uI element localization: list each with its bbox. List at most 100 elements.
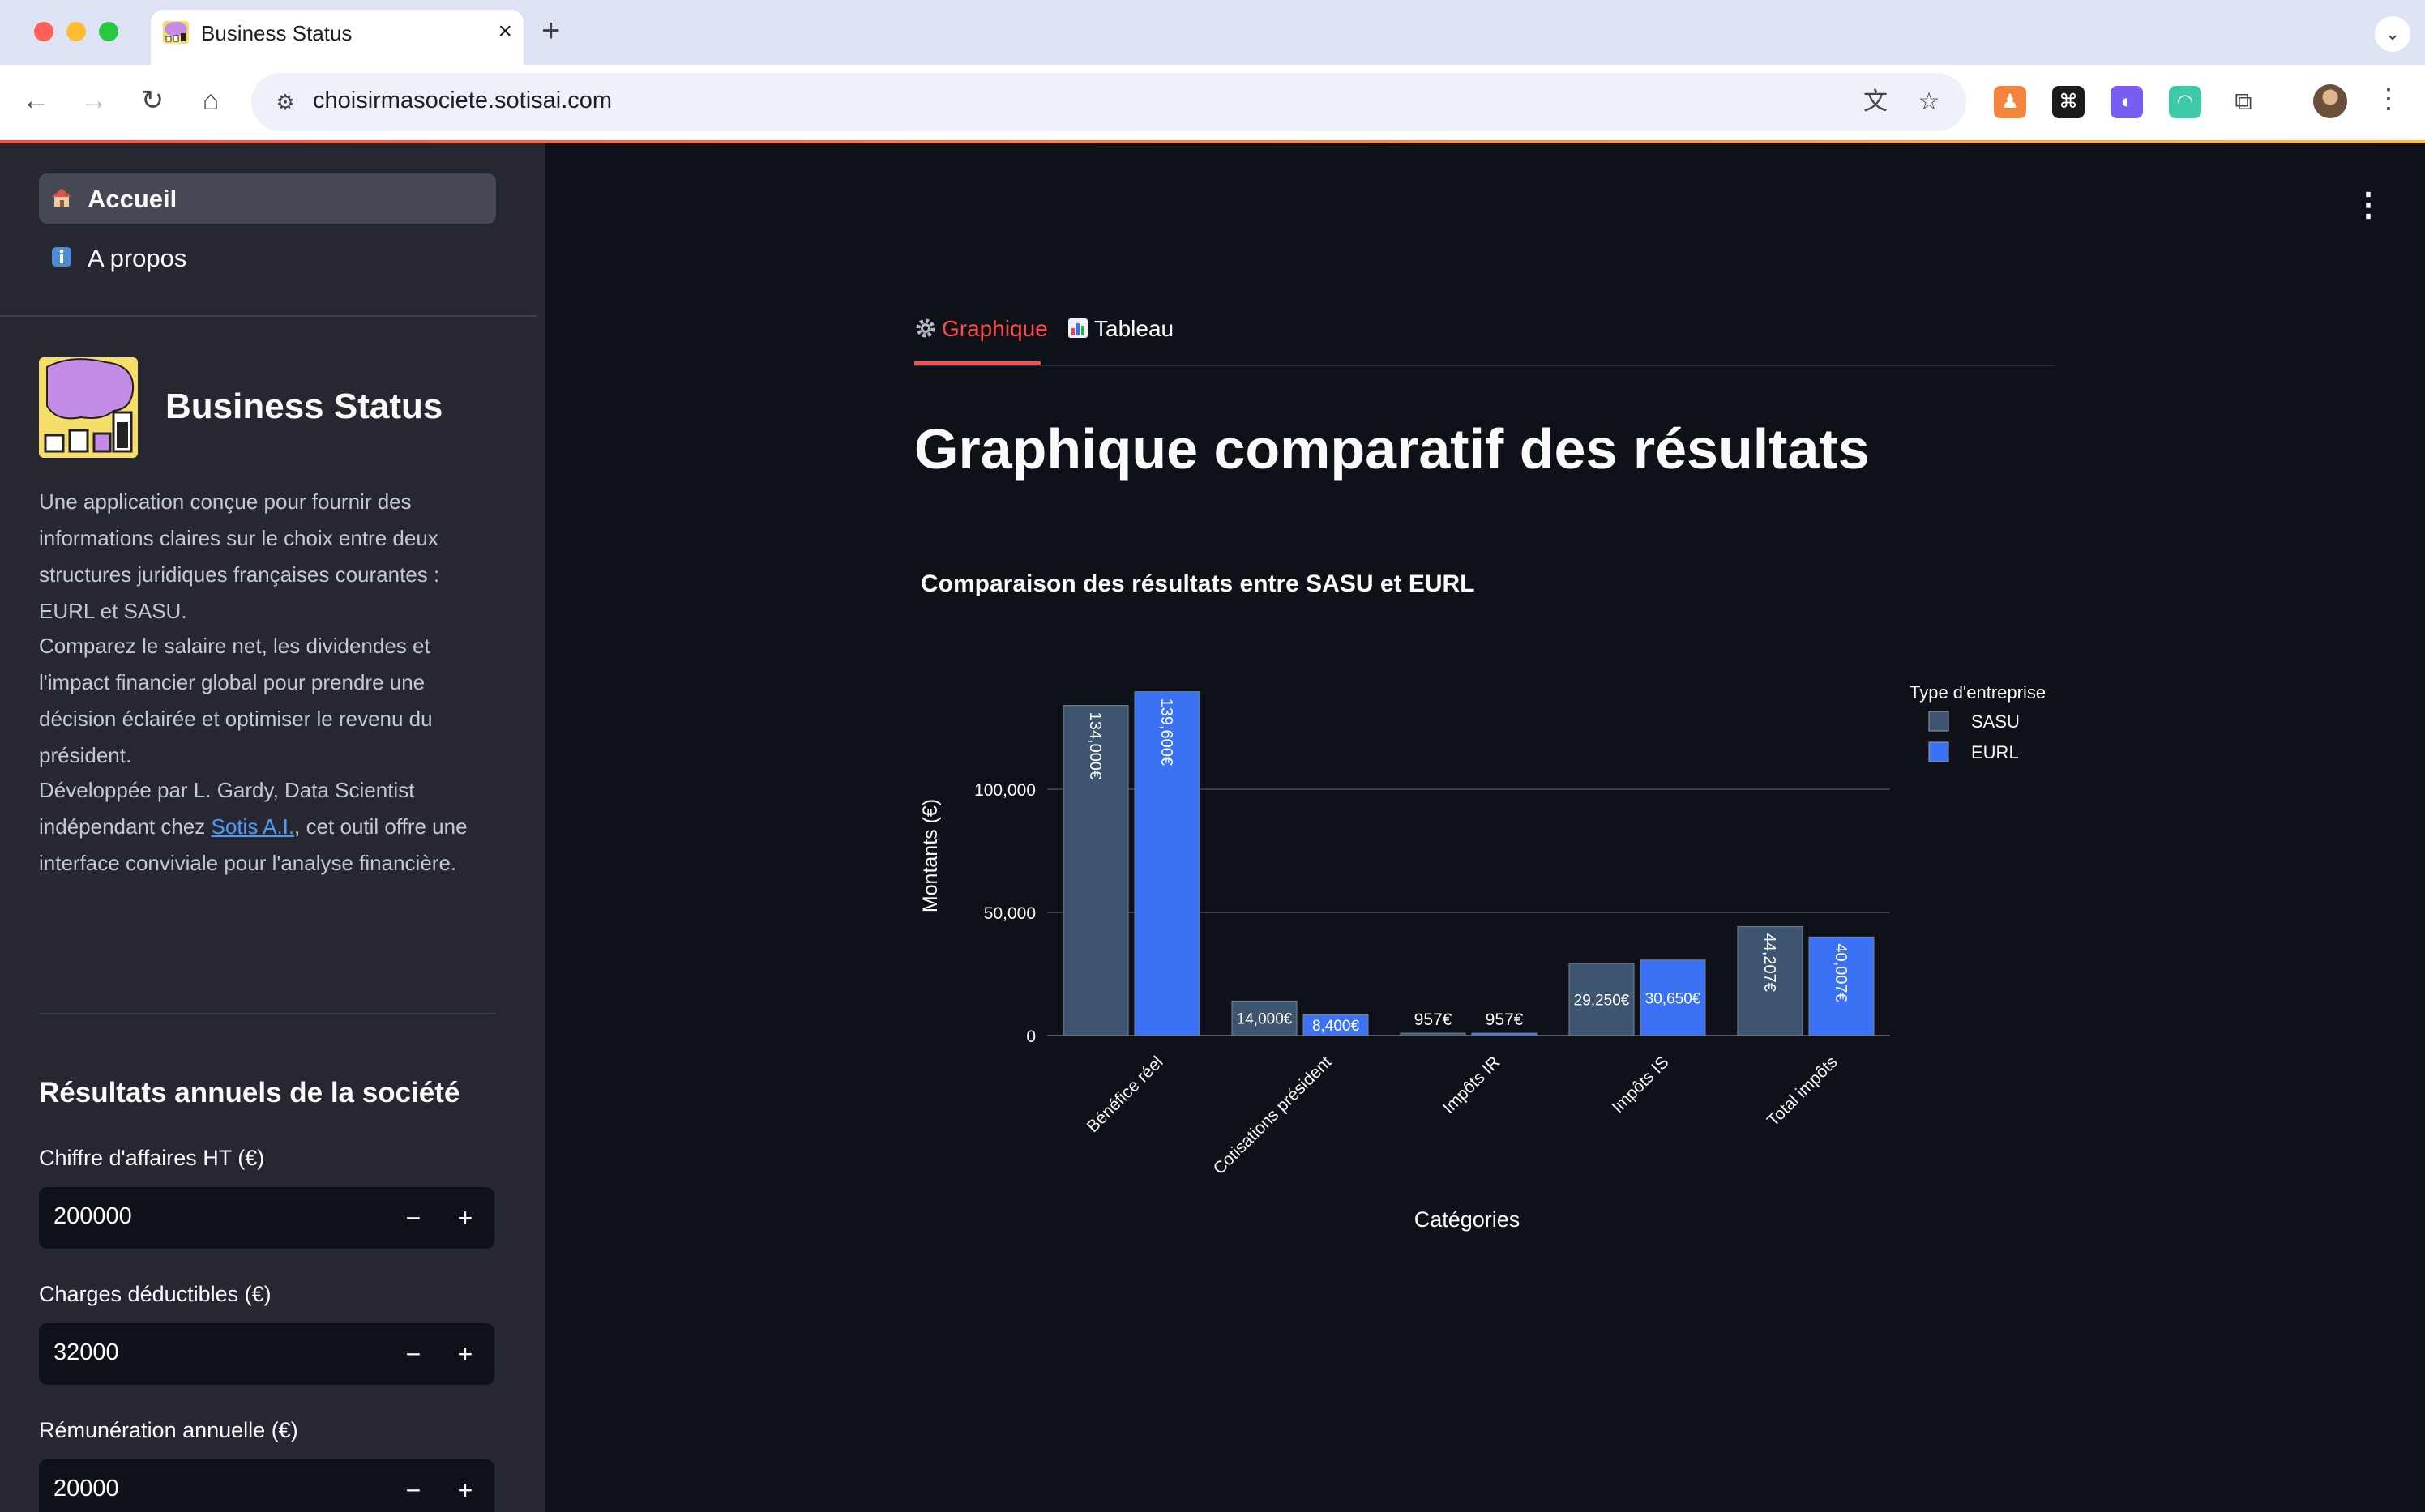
legend-title: Type d'entreprise (1910, 682, 2046, 703)
x-tick-label: Bénéfice réel (1084, 1053, 1167, 1136)
app-logo (39, 357, 138, 458)
new-tab-button[interactable]: + (541, 13, 560, 49)
sidebar-item-label: A propos (88, 244, 187, 272)
remuneration-decrement-button[interactable]: − (391, 1466, 436, 1512)
chart-bars (1063, 691, 1875, 1036)
browser-tab[interactable]: Business Status × (151, 10, 524, 65)
credit-paragraph: Développée par L. Gardy, Data Scientist … (39, 772, 493, 882)
y-tick-label: 100,000 (974, 781, 1036, 800)
sidebar: Accueil A propos Business Status Une app… (0, 143, 545, 1512)
charges-label: Charges déductibles (€) (39, 1282, 272, 1306)
browser-tab-strip: Business Status × + ⌄ (0, 0, 2425, 65)
sidebar-item-accueil[interactable]: Accueil (39, 173, 496, 224)
house-icon (52, 189, 71, 207)
chrome-menu-icon[interactable]: ⋮ (2375, 83, 2402, 115)
legend-label-sasu: SASU (1971, 711, 2020, 732)
x-tick-label: Impôts IR (1439, 1053, 1504, 1117)
data-label: 134,000€ (1086, 712, 1104, 779)
remuneration-label: Rémunération annuelle (€) (39, 1418, 298, 1442)
x-axis-title: Catégories (1414, 1207, 1520, 1232)
info-icon (52, 247, 71, 267)
revenue-increment-button[interactable]: + (443, 1194, 488, 1242)
bar-chart-icon (1068, 318, 1088, 338)
chart-data-labels: 134,000€ 139,600€ 14,000€ 8,400€ 957€ 957€ 29,… (1086, 698, 1850, 1036)
sotis-link[interactable]: Sotis A.I. (212, 814, 295, 839)
data-label: 8,400€ (1312, 1018, 1360, 1035)
window-zoom-button[interactable] (99, 22, 118, 41)
legend-label-eurl: EURL (1971, 742, 2019, 762)
content-tabs: Graphique Tableau (914, 311, 2055, 366)
extension-fox-icon[interactable]: ♟ (1994, 86, 2026, 118)
x-tick-label: Impôts IS (1609, 1053, 1673, 1117)
sidebar-item-a-propos[interactable]: A propos (39, 233, 496, 283)
revenue-decrement-button[interactable]: − (391, 1194, 436, 1242)
data-label: 957€ (1486, 1010, 1524, 1029)
intro-paragraph: Une application conçue pour fournir des … (39, 489, 440, 623)
charges-input[interactable]: 32000 − + (39, 1323, 494, 1385)
tab-graphique[interactable]: Graphique (914, 316, 1048, 342)
page-title: Graphique comparatif des résultats (914, 417, 1870, 481)
remuneration-increment-button[interactable]: + (443, 1466, 488, 1512)
compare-paragraph: Comparez le salaire net, les dividendes … (39, 634, 433, 767)
address-bar[interactable]: ⚙ choisirmasociete.sotisai.com 文 ☆ (251, 73, 1966, 131)
tab-tableau[interactable]: Tableau (1067, 316, 1174, 342)
tab-search-chevron-icon[interactable]: ⌄ (2375, 16, 2410, 52)
extension-color-icon[interactable]: ◐ (2111, 86, 2143, 118)
x-tick-label: Total impôts (1764, 1053, 1841, 1130)
window-close-button[interactable] (34, 22, 53, 41)
revenue-label: Chiffre d'affaires HT (€) (39, 1146, 265, 1170)
translate-icon[interactable]: 文 (1858, 84, 1893, 120)
section-title: Résultats annuels de la société (39, 1077, 460, 1108)
app-menu-kebab-icon[interactable]: ⋮ (2352, 186, 2384, 224)
legend-swatch-eurl (1928, 741, 1949, 762)
reload-icon[interactable]: ↻ (135, 83, 170, 118)
bar-sasu (1400, 1032, 1466, 1036)
forward-arrow-icon[interactable]: → (76, 83, 112, 118)
remuneration-value[interactable]: 20000 (53, 1476, 119, 1502)
data-label: 44,207€ (1760, 933, 1778, 992)
sidebar-nav-divider (0, 315, 537, 317)
data-label: 40,007€ (1832, 943, 1850, 1002)
extension-cloud-icon[interactable]: ◠ (2169, 86, 2201, 118)
charges-decrement-button[interactable]: − (391, 1330, 436, 1378)
revenue-input[interactable]: 200000 − + (39, 1187, 494, 1249)
home-icon[interactable]: ⌂ (193, 83, 229, 118)
charges-value[interactable]: 32000 (53, 1339, 119, 1366)
window-minimize-button[interactable] (66, 22, 86, 41)
site-info-icon[interactable]: ⚙ (269, 86, 302, 118)
gear-icon (916, 318, 935, 338)
tab-title: Business Status (201, 21, 353, 45)
extension-command-icon[interactable]: ⌘ (2052, 86, 2085, 118)
url-text[interactable]: choisirmasociete.sotisai.com (313, 88, 612, 114)
chart-y-ticks: 0 50,000 100,000 (974, 781, 1036, 1046)
bar-eurl (1471, 1032, 1538, 1036)
back-arrow-icon[interactable]: ← (18, 83, 53, 118)
comparison-bar-chart: Comparaison des résultats entre SASU et … (919, 570, 2046, 1232)
sidebar-item-label: Accueil (88, 185, 177, 213)
y-tick-label: 50,000 (984, 904, 1036, 923)
remuneration-input[interactable]: 20000 − + (39, 1459, 494, 1512)
chart-x-ticks: Bénéfice réel Cotisations président Impôts… (1084, 1053, 1841, 1178)
legend-swatch-sasu (1928, 711, 1949, 732)
revenue-value[interactable]: 200000 (53, 1203, 132, 1230)
data-label: 29,250€ (1574, 993, 1630, 1010)
charges-increment-button[interactable]: + (443, 1330, 488, 1378)
chart-legend: Type d'entreprise SASU EURL (1910, 682, 2046, 762)
chart-title: Comparaison des résultats entre SASU et … (921, 570, 1475, 597)
data-label: 14,000€ (1237, 1011, 1293, 1028)
sidebar-divider (39, 1013, 496, 1014)
extensions-puzzle-icon[interactable]: ⧉ (2227, 86, 2260, 118)
tab-label: Graphique (942, 316, 1048, 341)
bookmark-star-icon[interactable]: ☆ (1911, 84, 1947, 120)
tab-label: Tableau (1094, 316, 1174, 341)
profile-avatar[interactable] (2313, 84, 2347, 118)
data-label: 139,600€ (1157, 698, 1175, 766)
active-tab-indicator (914, 361, 1041, 365)
app-favicon-icon (163, 21, 189, 44)
y-tick-label: 0 (1026, 1027, 1036, 1046)
x-tick-label: Cotisations président (1210, 1053, 1336, 1178)
data-label: 957€ (1414, 1010, 1452, 1029)
app-title: Business Status (165, 387, 443, 426)
data-label: 30,650€ (1645, 990, 1701, 1007)
tab-close-icon[interactable]: × (498, 18, 512, 45)
